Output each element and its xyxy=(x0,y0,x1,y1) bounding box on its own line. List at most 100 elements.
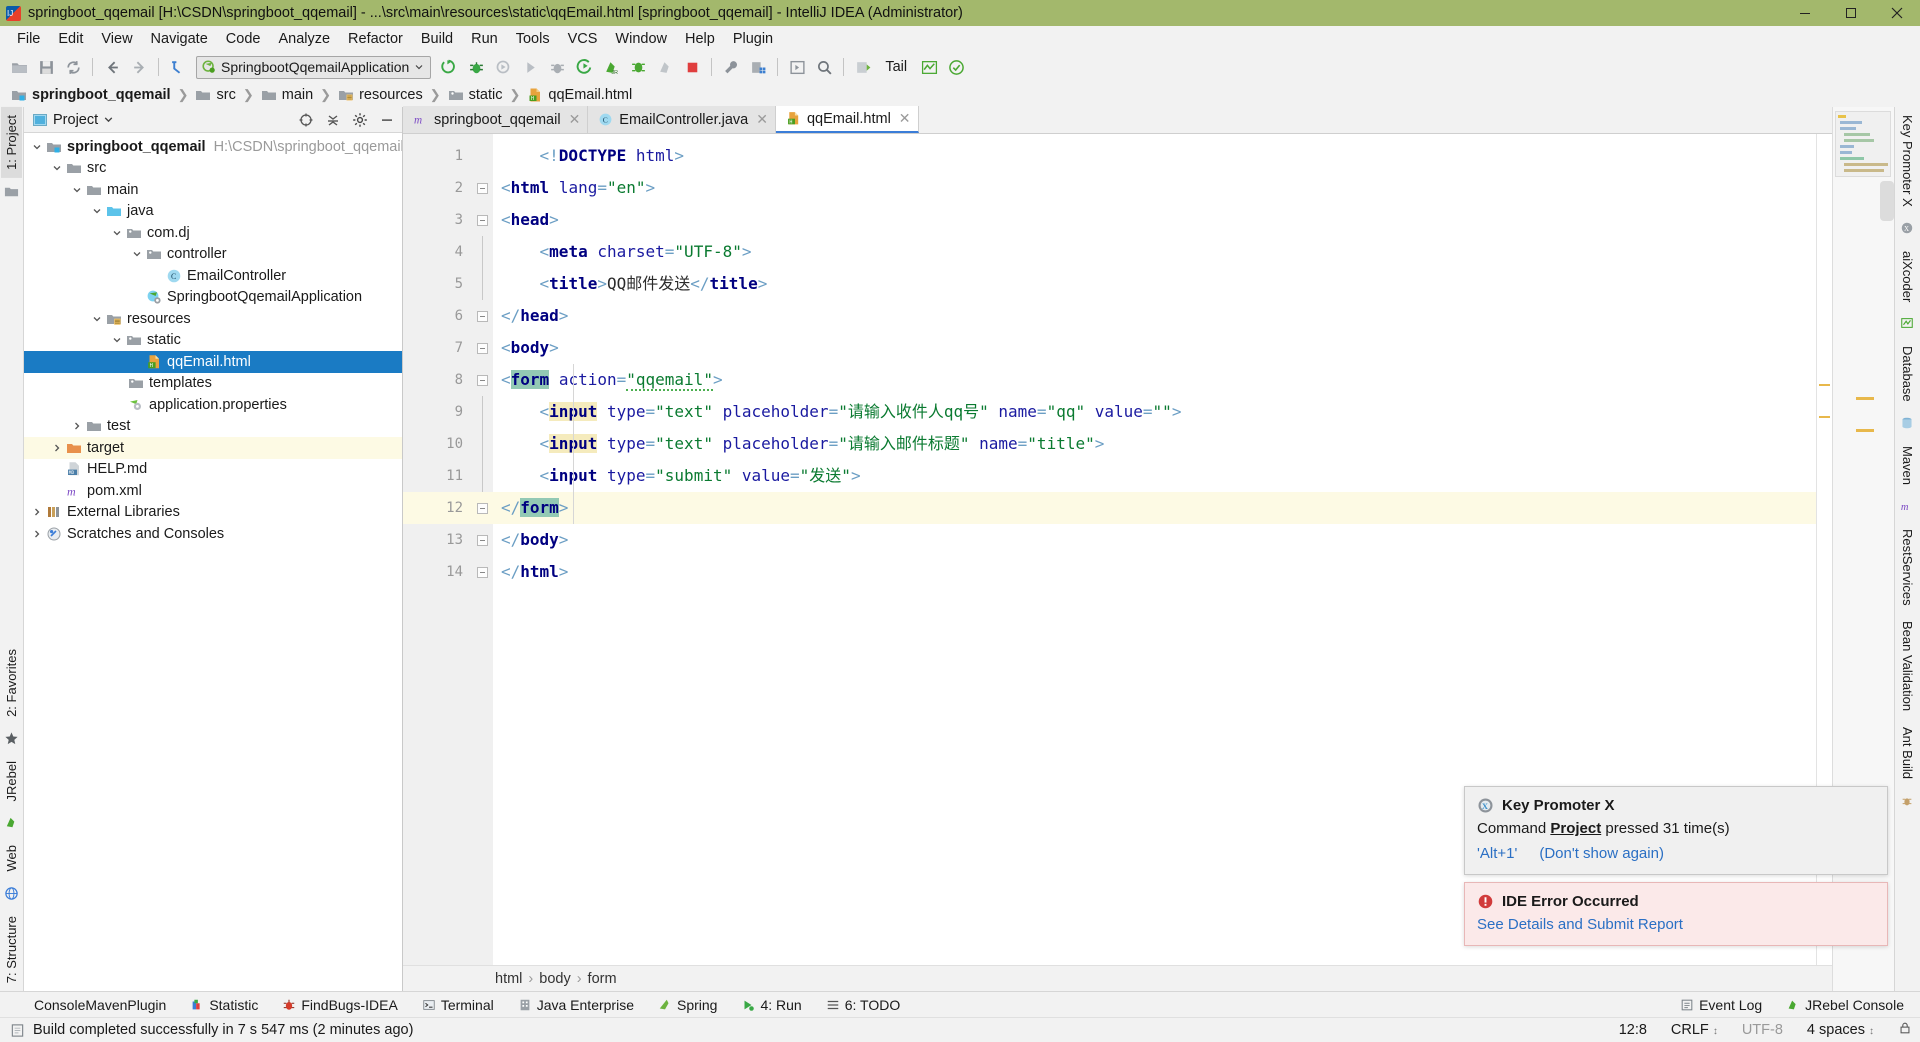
project-tree[interactable]: springboot_qqemail H:\CSDN\springboot_qq… xyxy=(24,133,402,991)
chevron-down-icon[interactable] xyxy=(108,331,126,349)
line-separator-widget[interactable]: CRLF ↕ xyxy=(1663,1022,1726,1038)
run-play-icon[interactable] xyxy=(517,54,543,80)
notification-ide-error[interactable]: IDE Error Occurred See Details and Submi… xyxy=(1464,882,1888,946)
sidebar-item-structure[interactable]: 7: Structure xyxy=(1,908,22,991)
jrebel-run-icon[interactable] xyxy=(571,54,597,80)
chevron-right-icon[interactable] xyxy=(68,417,86,435)
tree-item-pom-xml[interactable]: m pom.xml xyxy=(24,480,402,502)
sidebar-item-bean-validation[interactable]: Bean Validation xyxy=(1897,613,1918,719)
fold-marker-close[interactable] xyxy=(471,524,493,556)
code-line-6[interactable]: </head> xyxy=(493,300,1816,332)
code-line-11[interactable]: <input type="submit" value="发送"> xyxy=(493,460,1816,492)
bottom-tab-terminal[interactable]: Terminal xyxy=(410,995,506,1015)
menu-plugin[interactable]: Plugin xyxy=(724,29,782,49)
check-circle-icon[interactable] xyxy=(943,54,969,80)
run-with-coverage-button[interactable] xyxy=(490,54,516,80)
bottom-tab-consolemavenplugin[interactable]: ConsoleMavenPlugin xyxy=(22,995,178,1015)
chevron-right-icon[interactable] xyxy=(48,439,66,457)
bottom-tab-statistic[interactable]: Statistic xyxy=(178,995,270,1015)
caret-position[interactable]: 12:8 xyxy=(1611,1022,1655,1038)
change-marker[interactable] xyxy=(1856,429,1874,432)
tree-item-application-properties[interactable]: application.properties xyxy=(24,394,402,416)
chevron-down-icon[interactable] xyxy=(128,245,146,263)
bottom-tab-event-log[interactable]: Event Log xyxy=(1668,995,1774,1015)
bottom-tab-todo[interactable]: 6: TODO xyxy=(814,995,913,1015)
menu-window[interactable]: Window xyxy=(606,29,676,49)
sidebar-item-web[interactable]: Web xyxy=(1,837,22,880)
hide-panel-icon[interactable] xyxy=(376,109,398,131)
fold-marker-open[interactable] xyxy=(471,172,493,204)
chevron-down-icon[interactable] xyxy=(28,138,46,156)
code-line-2[interactable]: <html lang="en"> xyxy=(493,172,1816,204)
tree-item-com-dj[interactable]: com.dj xyxy=(24,222,402,244)
chevron-right-icon[interactable] xyxy=(28,503,46,521)
code-line-7[interactable]: <body> xyxy=(493,332,1816,364)
breadcrumb-item-main[interactable]: main xyxy=(258,86,316,104)
menu-build[interactable]: Build xyxy=(412,29,462,49)
sidebar-item-ant-build[interactable]: Ant Build xyxy=(1897,719,1918,787)
bottom-tab-jrebel-console[interactable]: JRebel Console xyxy=(1774,995,1920,1015)
breadcrumb-item-file[interactable]: H qqEmail.html xyxy=(524,86,635,104)
minimap-thumbnail[interactable] xyxy=(1835,111,1891,177)
menu-analyze[interactable]: Analyze xyxy=(269,29,339,49)
search-everywhere-icon[interactable] xyxy=(811,54,837,80)
editor-tab-qqemail-html[interactable]: H qqEmail.html ✕ xyxy=(775,106,919,133)
fold-marker-open[interactable] xyxy=(471,332,493,364)
fold-marker-close[interactable] xyxy=(471,492,493,524)
breadcrumb-item-resources[interactable]: resources xyxy=(335,86,426,104)
tree-item-emailcontroller[interactable]: C EmailController xyxy=(24,265,402,287)
run-anything-icon[interactable] xyxy=(784,54,810,80)
code-line-14[interactable]: </html> xyxy=(493,556,1816,588)
editor-scrollbar-thumb[interactable] xyxy=(1880,181,1894,221)
gear-icon[interactable] xyxy=(349,109,371,131)
code-line-10[interactable]: <input type="text" placeholder="请输入邮件标题"… xyxy=(493,428,1816,460)
tree-item-springbootqqemailapplication[interactable]: SpringbootQqemailApplication xyxy=(24,287,402,309)
fold-marker-open[interactable] xyxy=(471,364,493,396)
jrebel-debug-icon[interactable]: JR xyxy=(598,54,624,80)
sidebar-item-key-promoter-x[interactable]: Key Promoter X xyxy=(1897,107,1918,215)
code-line-1[interactable]: <!DOCTYPE html> xyxy=(493,140,1816,172)
sidebar-item-aixcoder[interactable]: aiXcoder xyxy=(1897,243,1918,310)
tree-item-help-md[interactable]: MD HELP.md xyxy=(24,459,402,481)
code-folding-gutter[interactable] xyxy=(471,134,493,965)
tree-item-external-libraries[interactable]: External Libraries xyxy=(24,502,402,524)
sidebar-item-project[interactable]: 1: Project xyxy=(1,107,22,178)
breadcrumb-html[interactable]: html xyxy=(495,971,522,987)
tree-item-target[interactable]: target xyxy=(24,437,402,459)
chevron-down-icon[interactable] xyxy=(108,224,126,242)
maximize-button[interactable] xyxy=(1828,0,1874,26)
breadcrumb-item-src[interactable]: src xyxy=(192,86,238,104)
menu-edit[interactable]: Edit xyxy=(49,29,92,49)
tree-item-qqemail-html[interactable]: H qqEmail.html xyxy=(24,351,402,373)
chevron-down-icon[interactable] xyxy=(103,114,114,125)
code-line-4[interactable]: <meta charset="UTF-8"> xyxy=(493,236,1816,268)
aixcoder-icon[interactable] xyxy=(916,54,942,80)
sync-icon[interactable] xyxy=(60,54,86,80)
run-configuration-selector[interactable]: SpringbootQqemailApplication xyxy=(196,55,432,79)
menu-code[interactable]: Code xyxy=(217,29,270,49)
tail-log-icon[interactable] xyxy=(850,54,876,80)
code-line-3[interactable]: <head> xyxy=(493,204,1816,236)
breadcrumb-item-static[interactable]: static xyxy=(445,86,506,104)
chevron-right-icon[interactable] xyxy=(28,525,46,543)
tree-item-controller[interactable]: controller xyxy=(24,244,402,266)
editor-tab-emailcontroller-java[interactable]: C EmailController.java ✕ xyxy=(588,106,776,133)
code-line-9[interactable]: <input type="text" placeholder="请输入收件人qq… xyxy=(493,396,1816,428)
debug-button[interactable] xyxy=(463,54,489,80)
notification-key-promoter-x[interactable]: X Key Promoter X Command Project pressed… xyxy=(1464,786,1888,875)
project-structure-icon[interactable] xyxy=(745,54,771,80)
forward-arrow-icon[interactable] xyxy=(126,54,152,80)
lock-icon[interactable] xyxy=(1890,1021,1920,1039)
breadcrumb-form[interactable]: form xyxy=(588,971,617,987)
change-marker[interactable] xyxy=(1819,416,1830,418)
fold-marker-open[interactable] xyxy=(471,204,493,236)
run-button[interactable] xyxy=(436,54,462,80)
encoding-widget[interactable]: UTF-8 xyxy=(1734,1022,1791,1038)
change-marker[interactable] xyxy=(1856,397,1874,400)
sidebar-item-favorites[interactable]: 2: Favorites xyxy=(1,641,22,725)
close-button[interactable] xyxy=(1874,0,1920,26)
close-icon[interactable]: ✕ xyxy=(756,111,768,128)
menu-help[interactable]: Help xyxy=(676,29,724,49)
chevron-down-icon[interactable] xyxy=(88,202,106,220)
minimize-button[interactable] xyxy=(1782,0,1828,26)
